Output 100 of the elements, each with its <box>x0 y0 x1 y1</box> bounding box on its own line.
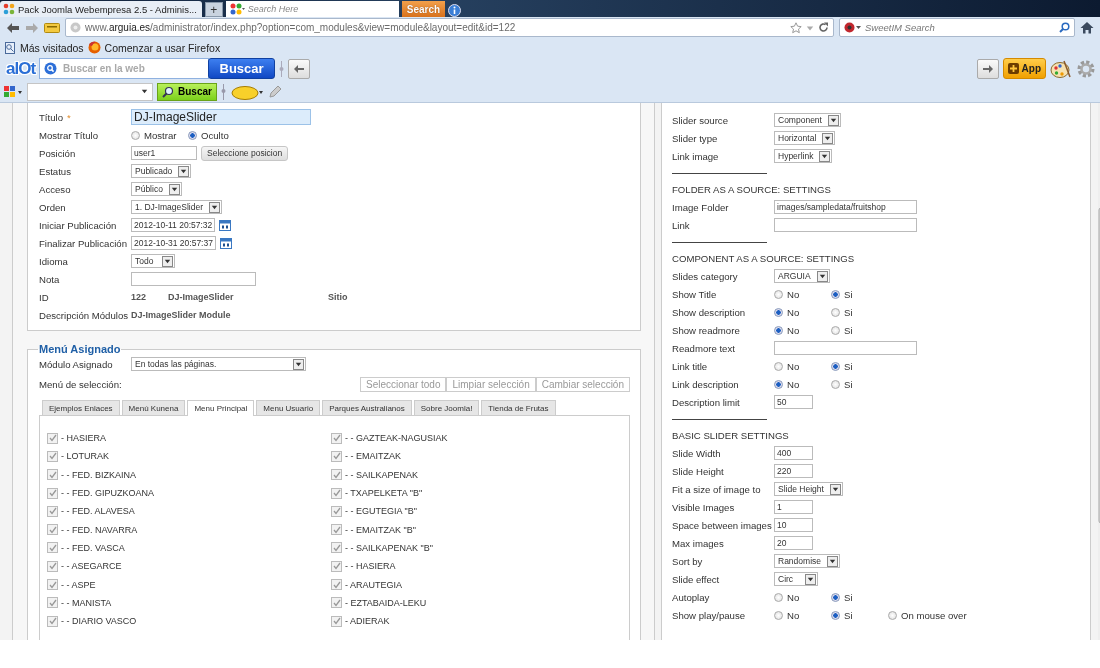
radio-button[interactable] <box>188 130 197 140</box>
new-tab-button[interactable]: + <box>204 2 223 17</box>
checkbox[interactable] <box>331 487 342 499</box>
text-field[interactable]: DJ-ImageSlider <box>131 109 311 125</box>
dropdown[interactable]: Horizontal <box>774 131 836 145</box>
checkbox[interactable] <box>47 542 58 554</box>
checkbox[interactable] <box>47 432 58 444</box>
radio-button[interactable] <box>831 325 840 335</box>
text-field[interactable] <box>131 272 256 286</box>
text-field[interactable]: 50 <box>774 395 813 409</box>
text-field[interactable]: 400 <box>774 446 813 460</box>
calendar-icon[interactable] <box>219 237 232 249</box>
dropdown[interactable]: Publicado <box>131 164 192 178</box>
menu-tab[interactable]: Menú Kunena <box>121 400 186 415</box>
radio-button[interactable] <box>888 610 897 620</box>
search-field[interactable]: Search Here <box>225 1 399 17</box>
checkbox[interactable] <box>331 579 342 590</box>
checkbox[interactable] <box>331 450 342 462</box>
radio-button[interactable] <box>831 610 840 620</box>
palette-icon[interactable] <box>1050 58 1072 79</box>
radio-button[interactable] <box>774 307 783 317</box>
menu-tab[interactable]: Menu Principal <box>187 400 255 416</box>
radio-button[interactable] <box>774 592 783 602</box>
menu-tab[interactable]: Menu Usuario <box>256 400 321 415</box>
dropdown[interactable]: ARGUIA <box>774 269 830 283</box>
dropdown[interactable]: Circ <box>774 572 818 586</box>
search-button[interactable]: Buscar <box>208 58 276 79</box>
text-field[interactable]: 10 <box>774 518 813 532</box>
text-field[interactable]: 20 <box>774 536 813 550</box>
radio-button[interactable] <box>774 379 783 389</box>
forward-button[interactable] <box>976 58 999 79</box>
search-icon[interactable] <box>1059 22 1070 33</box>
text-field[interactable]: 1 <box>774 500 813 514</box>
calendar-icon[interactable] <box>219 219 232 231</box>
checkbox[interactable] <box>47 560 58 572</box>
checkbox[interactable] <box>331 560 342 572</box>
bookmark-link[interactable]: Comenzar a usar Firefox <box>104 41 221 54</box>
address-bar[interactable]: www.arguia.es/administrator/index.php?option=com_modules&view=module&layout=edit&id=122 <box>65 18 834 37</box>
text-field[interactable] <box>774 218 917 232</box>
radio-button[interactable] <box>831 361 840 371</box>
checkbox[interactable] <box>331 524 342 536</box>
radio-button[interactable] <box>774 289 783 299</box>
select-position-button[interactable]: Seleccione posicion <box>201 145 289 161</box>
apps-grid-icon[interactable] <box>3 84 23 99</box>
checkbox[interactable] <box>47 597 58 609</box>
dropdown[interactable]: Slide Height <box>774 482 843 496</box>
dropdown[interactable]: Component <box>774 113 841 127</box>
firefox-logo-icon[interactable] <box>87 41 101 54</box>
radio-button[interactable] <box>831 592 840 602</box>
forward-arrow-icon[interactable] <box>25 21 39 34</box>
checkbox[interactable] <box>47 524 58 536</box>
radio-button[interactable] <box>831 379 840 389</box>
radio-button[interactable] <box>774 325 783 335</box>
checkbox[interactable] <box>47 505 58 517</box>
checkbox[interactable] <box>331 542 342 554</box>
bookmark-page-icon[interactable] <box>4 41 16 54</box>
home-icon[interactable] <box>1080 21 1094 34</box>
dropdown[interactable]: Todo <box>131 254 175 268</box>
checkbox[interactable] <box>331 615 342 627</box>
gear-icon[interactable] <box>1076 58 1096 79</box>
text-field[interactable]: 220 <box>774 464 813 478</box>
menu-tab[interactable]: Tienda de Frutas <box>481 400 556 415</box>
text-field[interactable]: user1 <box>131 146 197 160</box>
checkbox[interactable] <box>47 469 58 481</box>
radio-button[interactable] <box>774 610 783 620</box>
text-field[interactable] <box>774 341 917 355</box>
dropdown[interactable]: Hyperlink <box>774 149 833 163</box>
dropdown[interactable]: En todas las páginas. <box>131 357 306 371</box>
date-field[interactable]: 2012-10-31 20:57:37 <box>131 236 216 250</box>
bookmark-link[interactable]: Más visitados <box>20 41 84 54</box>
menu-tab[interactable]: Ejemplos Enlaces <box>42 400 120 415</box>
checkbox[interactable] <box>47 450 58 462</box>
info-icon[interactable] <box>448 4 462 17</box>
checkbox[interactable] <box>331 432 342 444</box>
checkbox[interactable] <box>47 615 58 627</box>
radio-button[interactable] <box>774 361 783 371</box>
checkbox[interactable] <box>47 487 58 499</box>
search-field[interactable]: SweetIM Search <box>839 18 1075 37</box>
reload-icon[interactable] <box>818 22 829 33</box>
back-button[interactable] <box>288 58 311 79</box>
radio-button[interactable] <box>831 289 840 299</box>
dropdown[interactable]: Randomise <box>774 554 840 568</box>
checkbox[interactable] <box>47 579 58 590</box>
browser-tab[interactable]: Pack Joomla Webempresa 2.5 - Adminis... <box>0 1 202 17</box>
search-button[interactable]: Buscar <box>157 82 217 101</box>
checkbox[interactable] <box>331 505 342 517</box>
text-field[interactable]: images/sampledata/fruitshop <box>774 200 917 214</box>
dropdown[interactable]: Público <box>131 182 182 196</box>
date-field[interactable]: 2012-10-11 20:57:32 <box>131 218 216 232</box>
star-icon[interactable] <box>790 21 802 34</box>
radio-button[interactable] <box>831 307 840 317</box>
checkbox[interactable] <box>331 597 342 609</box>
menu-tab[interactable]: Parques Australianos <box>322 400 412 415</box>
back-arrow-icon[interactable] <box>6 21 20 34</box>
dropdown[interactable]: 1. DJ-ImageSlider <box>131 200 223 214</box>
app-button[interactable]: App <box>1002 58 1046 79</box>
menu-tab[interactable]: Sobre Joomla! <box>413 400 480 415</box>
caret-icon[interactable] <box>806 23 814 32</box>
pencil-icon[interactable] <box>267 84 282 99</box>
checkbox[interactable] <box>331 469 342 481</box>
